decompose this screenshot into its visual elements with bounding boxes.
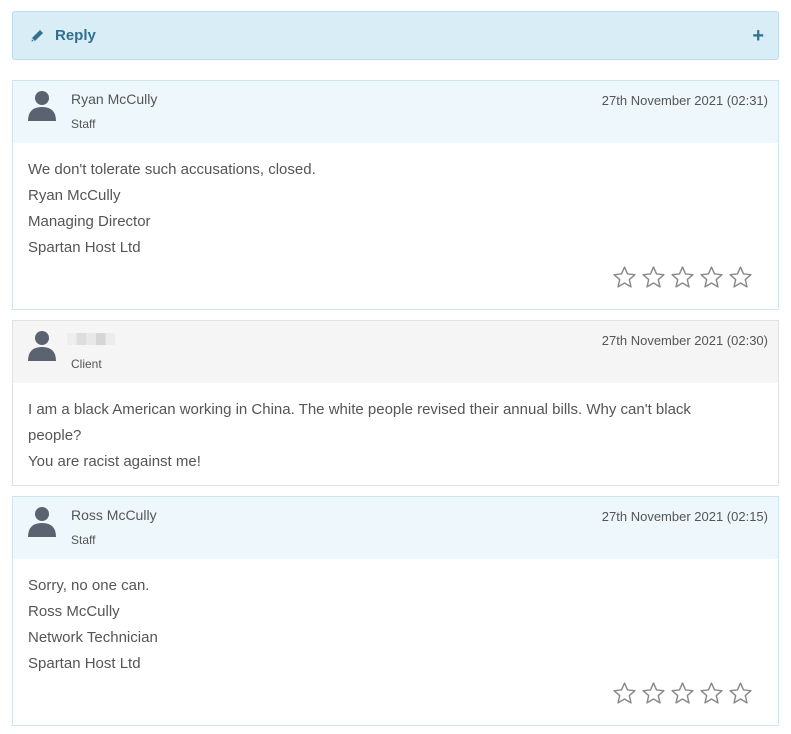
message-line: We don't tolerate such accusations, clos… bbox=[28, 161, 316, 178]
ticket-reply-client: Client 27th November 2021 (02:30) I am a… bbox=[12, 320, 779, 486]
ticket-view: Reply + Ryan McCully Staff 27th November… bbox=[0, 0, 791, 734]
star-outline-icon[interactable] bbox=[699, 681, 724, 706]
star-outline-icon[interactable] bbox=[728, 681, 753, 706]
author-role: Staff bbox=[71, 533, 96, 547]
reply-message: We don't tolerate such accusations, clos… bbox=[13, 143, 778, 261]
reply-header: Ross McCully Staff 27th November 2021 (0… bbox=[13, 497, 778, 559]
pencil-icon bbox=[29, 28, 45, 44]
reply-date: 27th November 2021 (02:31) bbox=[601, 93, 768, 108]
star-outline-icon[interactable] bbox=[670, 681, 695, 706]
reply-label: Reply bbox=[55, 27, 96, 44]
reply-header: Ryan McCully Staff 27th November 2021 (0… bbox=[13, 81, 778, 143]
message-line: Network Technician bbox=[28, 629, 158, 646]
plus-icon[interactable]: + bbox=[752, 26, 764, 46]
reply-date: 27th November 2021 (02:15) bbox=[601, 509, 768, 524]
message-line: people? bbox=[28, 427, 82, 444]
message-line: Spartan Host Ltd bbox=[28, 239, 141, 256]
reply-date: 27th November 2021 (02:30) bbox=[601, 333, 768, 348]
message-line: Ryan McCully bbox=[28, 187, 121, 204]
user-icon bbox=[27, 90, 57, 122]
user-icon bbox=[27, 506, 57, 538]
reply-toggle-bar[interactable]: Reply + bbox=[12, 11, 779, 60]
star-outline-icon[interactable] bbox=[612, 265, 637, 290]
author-role: Client bbox=[71, 357, 102, 371]
author-name: Ross McCully bbox=[71, 507, 157, 523]
author-name-redacted bbox=[67, 333, 115, 345]
message-line: Ross McCully bbox=[28, 603, 120, 620]
author-role: Staff bbox=[71, 117, 96, 131]
message-line: I am a black American working in China. … bbox=[28, 401, 691, 418]
message-line: Sorry, no one can. bbox=[28, 577, 150, 594]
star-outline-icon[interactable] bbox=[699, 265, 724, 290]
star-outline-icon[interactable] bbox=[670, 265, 695, 290]
reply-header: Client 27th November 2021 (02:30) bbox=[13, 321, 778, 383]
author-name: Ryan McCully bbox=[71, 91, 158, 107]
star-outline-icon[interactable] bbox=[728, 265, 753, 290]
star-outline-icon[interactable] bbox=[641, 681, 666, 706]
ticket-reply-staff-2: Ross McCully Staff 27th November 2021 (0… bbox=[12, 496, 779, 726]
rating-stars bbox=[612, 681, 753, 706]
reply-message: Sorry, no one can. Ross McCully Network … bbox=[13, 559, 778, 677]
star-outline-icon[interactable] bbox=[612, 681, 637, 706]
ticket-reply-staff-1: Ryan McCully Staff 27th November 2021 (0… bbox=[12, 80, 779, 310]
rating-stars bbox=[612, 265, 753, 290]
message-line: Managing Director bbox=[28, 213, 151, 230]
message-line: Spartan Host Ltd bbox=[28, 655, 141, 672]
user-icon bbox=[27, 330, 57, 362]
reply-message: I am a black American working in China. … bbox=[13, 383, 778, 475]
message-line: You are racist against me! bbox=[28, 453, 201, 470]
reply-left-group: Reply bbox=[29, 27, 96, 44]
star-outline-icon[interactable] bbox=[641, 265, 666, 290]
